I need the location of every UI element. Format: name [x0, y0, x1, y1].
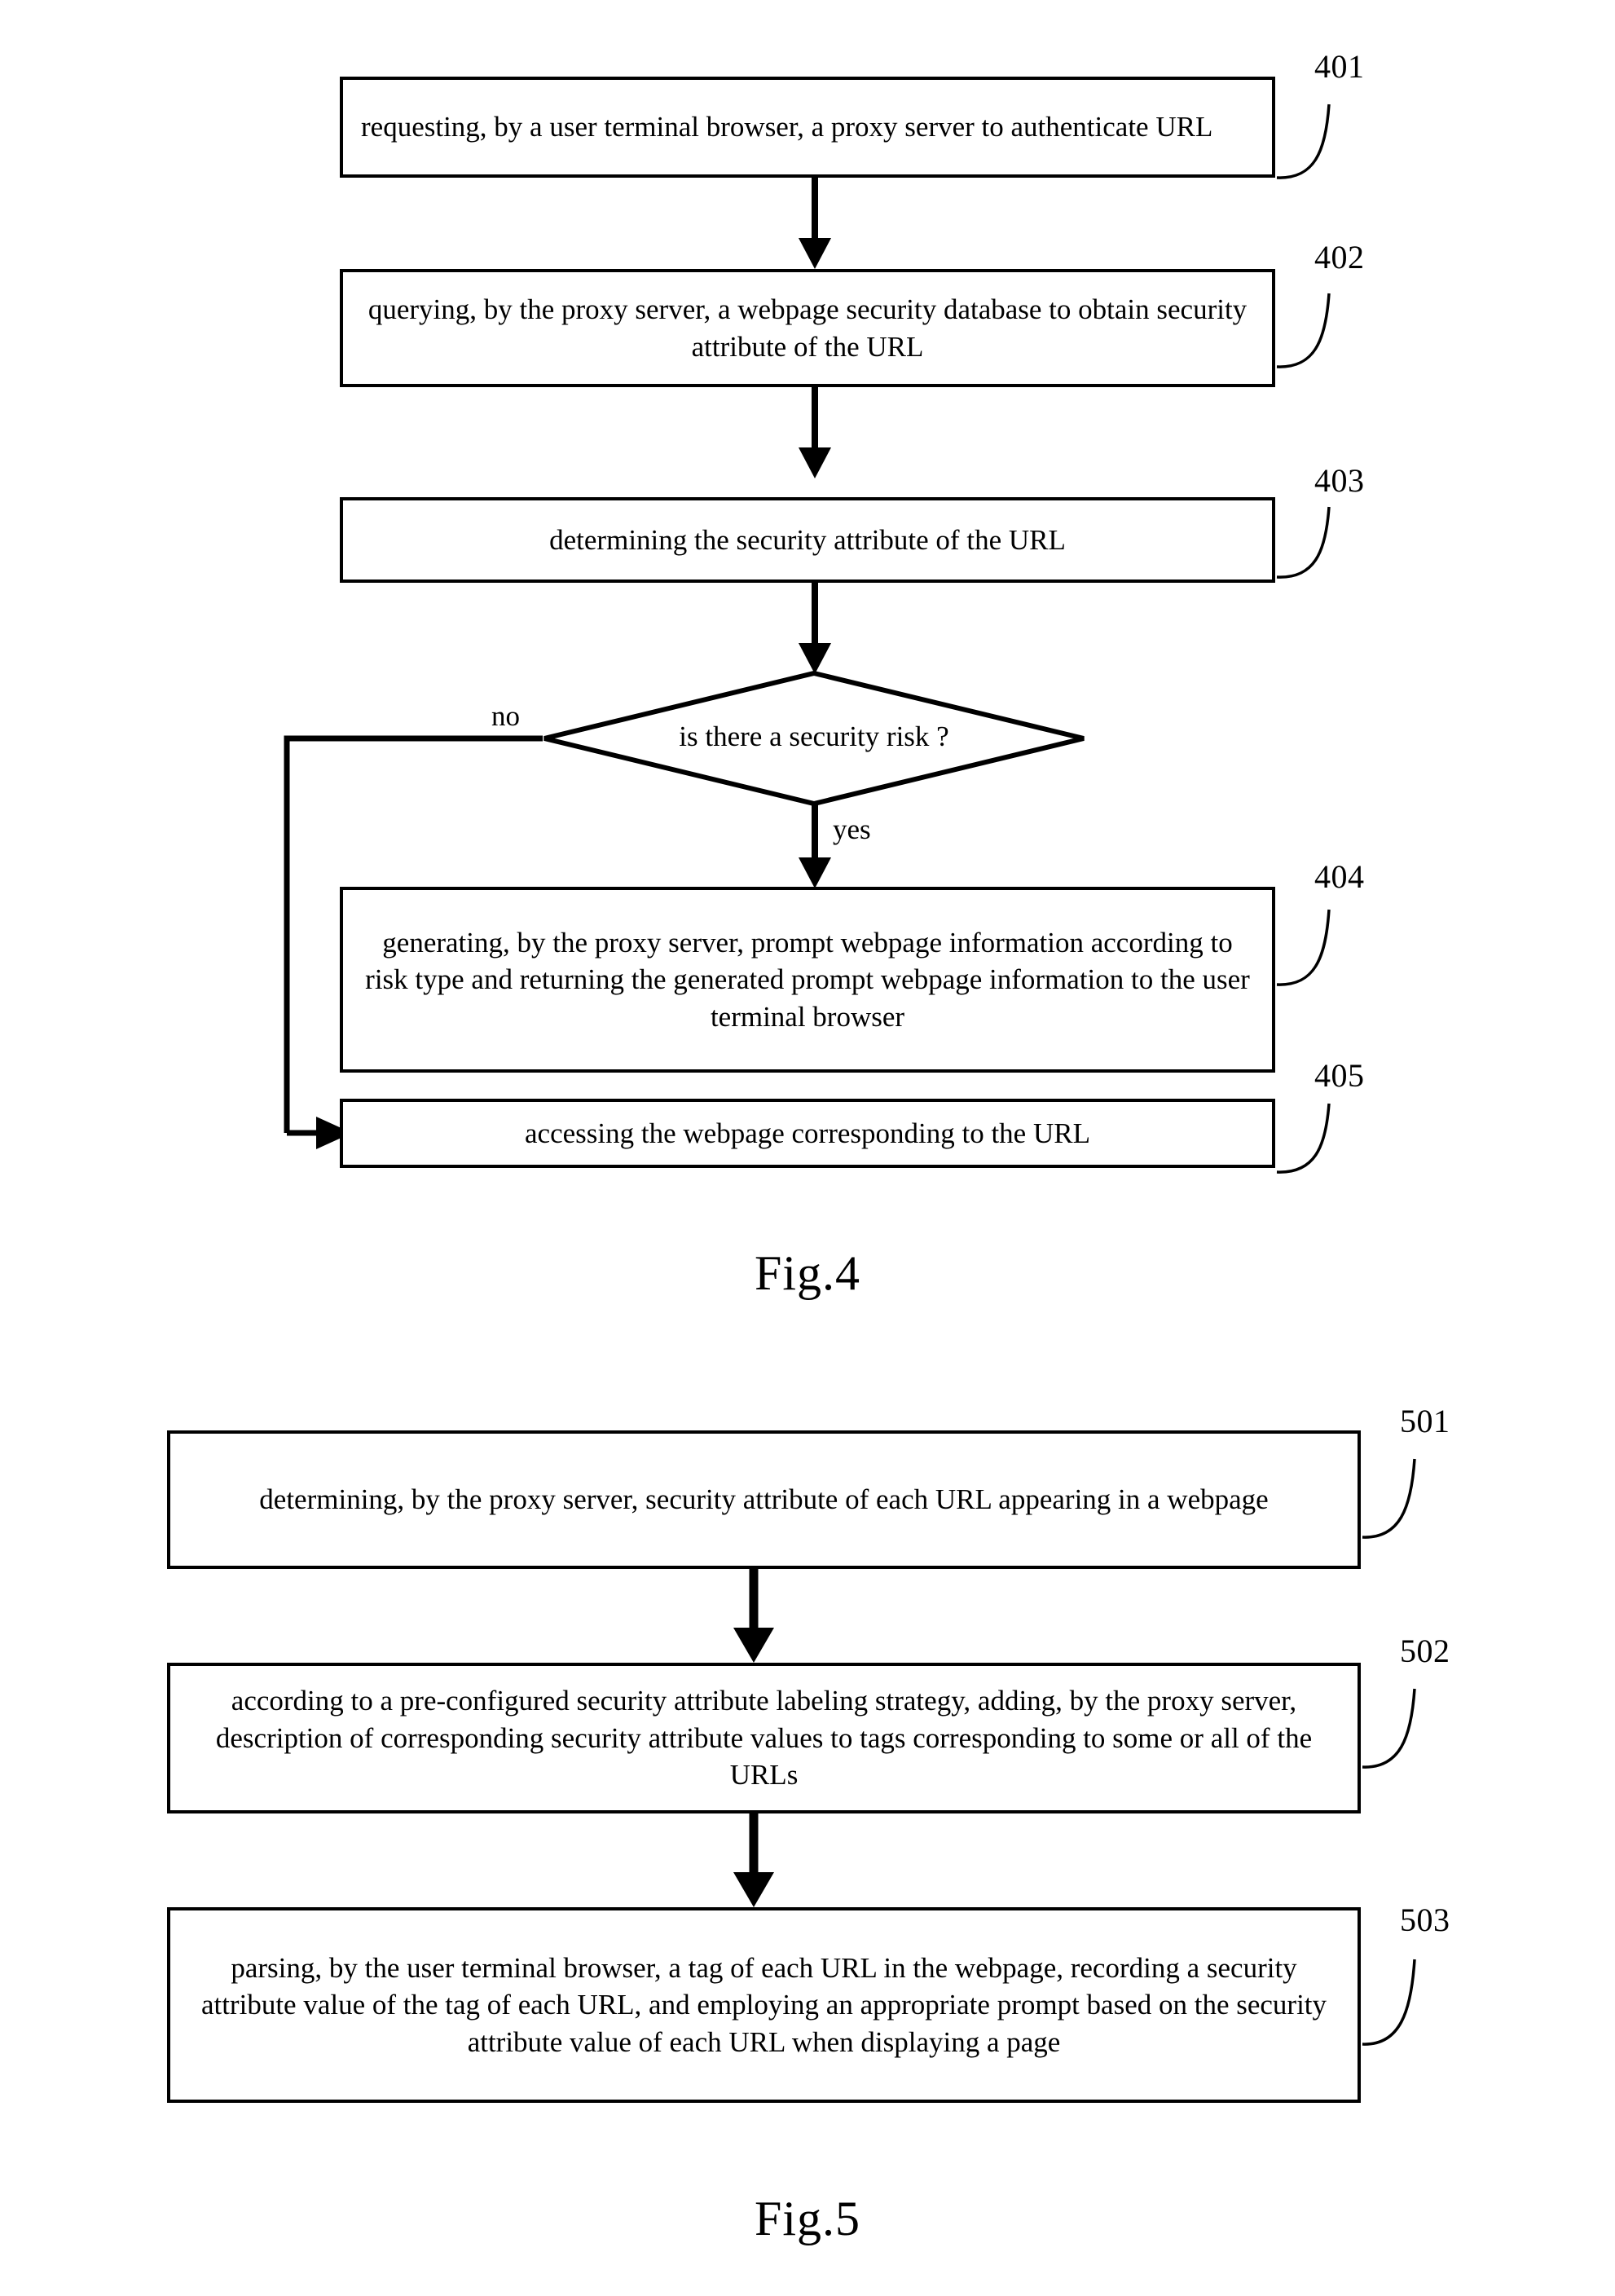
connector-502-503 [733, 1813, 774, 1907]
reference-numeral-501: 501 [1400, 1403, 1450, 1439]
reference-numeral-402: 402 [1314, 239, 1365, 275]
leader-line-401 [1276, 104, 1331, 179]
reference-numeral-404: 404 [1314, 858, 1365, 895]
connector-402-403 [799, 387, 831, 478]
flow-step-401-text: requesting, by a user terminal browser, … [361, 111, 1213, 143]
patent-flowchart-page: requesting, by a user terminal browser, … [0, 0, 1615, 2296]
reference-numeral-503: 503 [1400, 1902, 1450, 1938]
flow-step-404: generating, by the proxy server, prompt … [340, 887, 1275, 1073]
reference-numeral-403: 403 [1314, 462, 1365, 499]
decision-label: is there a security risk ? [679, 721, 949, 752]
connector-403-decision [799, 583, 831, 674]
flow-step-503: parsing, by the user terminal browser, a… [167, 1907, 1361, 2103]
flow-step-404-text: generating, by the proxy server, prompt … [365, 926, 1250, 1033]
flow-step-401: requesting, by a user terminal browser, … [340, 77, 1275, 178]
flow-step-501-text: determining, by the proxy server, securi… [259, 1483, 1269, 1516]
decision-security-risk: is there a security risk ? [542, 670, 1086, 807]
reference-numeral-405: 405 [1314, 1057, 1365, 1094]
flow-step-403-text: determining the security attribute of th… [549, 523, 1066, 556]
flow-step-405-text: accessing the webpage corresponding to t… [525, 1117, 1090, 1149]
flow-step-502-text: according to a pre-configured security a… [215, 1685, 1313, 1791]
branch-label-no: no [491, 700, 520, 732]
flow-step-403: determining the security attribute of th… [340, 497, 1275, 583]
leader-line-501 [1362, 1458, 1416, 1539]
connector-decision-404 [799, 804, 831, 888]
reference-numeral-401: 401 [1314, 48, 1365, 85]
leader-line-503 [1362, 1959, 1416, 2046]
connector-401-402 [799, 178, 831, 269]
leader-line-405 [1276, 1103, 1331, 1174]
connector-501-502 [733, 1569, 774, 1663]
flow-step-402-text: querying, by the proxy server, a webpage… [367, 293, 1248, 363]
flow-step-503-text: parsing, by the user terminal browser, a… [200, 1951, 1327, 2058]
figure-caption-fig5: Fig.5 [754, 2192, 861, 2245]
flow-step-502: according to a pre-configured security a… [167, 1663, 1361, 1813]
leader-line-403 [1276, 506, 1331, 579]
leader-line-502 [1362, 1688, 1416, 1769]
leader-line-402 [1276, 293, 1331, 368]
figure-caption-fig4: Fig.4 [754, 1246, 861, 1300]
flow-step-405: accessing the webpage corresponding to t… [340, 1099, 1275, 1168]
flow-step-501: determining, by the proxy server, securi… [167, 1430, 1361, 1569]
reference-numeral-502: 502 [1400, 1633, 1450, 1669]
leader-line-404 [1276, 909, 1331, 986]
flow-step-402: querying, by the proxy server, a webpage… [340, 269, 1275, 387]
